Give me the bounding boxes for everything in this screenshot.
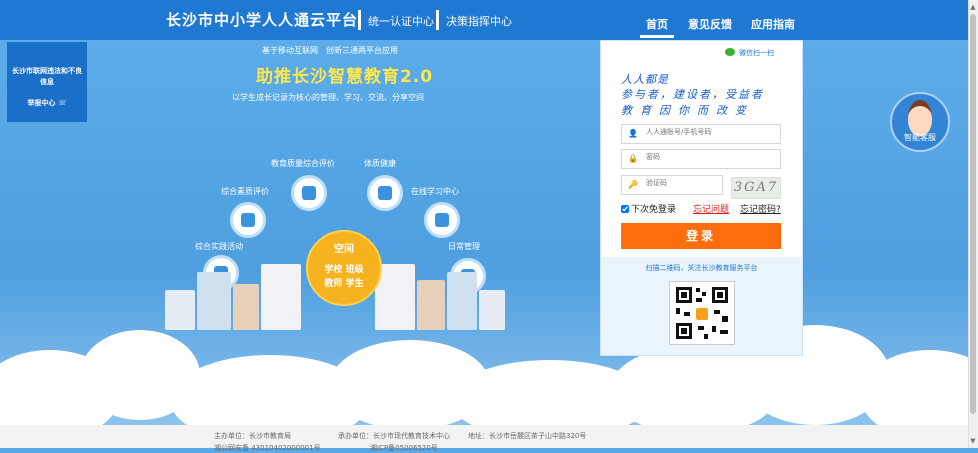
footer-address: 地址：长沙市岳麓区茶子山中路320号 <box>468 432 587 440</box>
health-icon[interactable] <box>367 175 403 211</box>
service-label: 智能客服 <box>904 133 936 142</box>
feature-label: 在线学习中心 <box>411 187 459 196</box>
footer-undertaker: 承办单位：长沙市现代教育技术中心 <box>338 432 450 440</box>
brand-title[interactable]: 长沙市中小学人人通云平台 <box>166 9 358 30</box>
scroll-down-arrow[interactable]: ▼ <box>969 436 977 446</box>
scroll-thumb[interactable] <box>970 14 976 414</box>
nav-guide[interactable]: 应用指南 <box>751 16 795 32</box>
service-avatar-icon <box>908 100 932 136</box>
header-divider <box>436 10 439 30</box>
footer-host: 主办单位：长沙市教育局 <box>214 432 291 440</box>
quality-icon[interactable] <box>230 202 266 238</box>
report-text: 长沙市联网违法和不良信息 <box>12 67 82 86</box>
smart-service-button[interactable]: 智能客服 <box>890 92 950 152</box>
qr-section: 扫描二维码，关注长沙教育服务平台 <box>601 257 802 355</box>
report-link[interactable]: 举报中心 ☏ <box>7 98 87 108</box>
account-input[interactable] <box>644 127 778 137</box>
feature-label: 综合素质评价 <box>221 187 269 196</box>
feature-label: 日常管理 <box>448 242 480 251</box>
forgot-password-link[interactable]: 忘记密码? <box>740 202 781 215</box>
qr-code-image <box>669 281 735 345</box>
top-navbar: 长沙市中小学人人通云平台 统一认证中心 决策指挥中心 首页 意见反馈 应用指南 <box>0 0 968 40</box>
key-icon: 🔑 <box>628 180 638 189</box>
forgot-account-link[interactable]: 忘记问题 <box>693 202 729 215</box>
footer: 主办单位：长沙市教育局 承办单位：长沙市现代教育技术中心 地址：长沙市岳麓区茶子… <box>0 425 968 452</box>
handwriting-line: 参与者，建设者，受益者 <box>621 88 764 101</box>
password-field[interactable]: 🔒 <box>621 149 781 169</box>
wechat-icon <box>725 48 735 56</box>
slogan-top: 基于移动互联网 创新三通两平台应用 <box>262 46 398 55</box>
slogan-main: 助推长沙智慧教育2.0 <box>256 67 434 87</box>
footer-icp-police[interactable]: 湘公网安备 43010402000001号 <box>214 443 321 453</box>
auth-center-link[interactable]: 统一认证中心 <box>368 13 434 29</box>
space-center-badge[interactable]: 空间 学校 班级 教师 学生 <box>306 230 382 306</box>
header-divider <box>358 10 361 30</box>
space-items-row2: 教师 学生 <box>324 279 364 289</box>
feature-label: 体质健康 <box>364 159 396 168</box>
remember-login[interactable]: 下次免登录 <box>621 202 676 215</box>
account-field[interactable]: 👤 <box>621 124 781 144</box>
phone-icon: ☏ <box>57 99 67 107</box>
qr-caption: 扫描二维码，关注长沙教育服务平台 <box>645 264 758 272</box>
wechat-scan-link[interactable]: 微信扫一扫 <box>739 48 774 58</box>
decision-center-link[interactable]: 决策指挥中心 <box>446 13 512 29</box>
scroll-up-arrow[interactable]: ▲ <box>969 2 977 12</box>
report-center-box[interactable]: 长沙市联网违法和不良信息 举报中心 ☏ <box>7 42 87 122</box>
captcha-image[interactable]: 3GA7 <box>731 177 781 199</box>
user-icon: 👤 <box>628 129 638 138</box>
captcha-input[interactable] <box>644 178 720 188</box>
login-panel: 微信扫一扫 人人都是 参与者，建设者，受益者 教育因你而改变 👤 🔒 🔑 3GA… <box>600 40 803 356</box>
space-title: 空间 <box>334 244 354 255</box>
footer-icp[interactable]: 湘ICP备05006520号 <box>370 443 438 453</box>
captcha-field[interactable]: 🔑 <box>621 175 723 195</box>
nav-home[interactable]: 首页 <box>646 16 668 32</box>
lock-icon: 🔒 <box>628 154 638 163</box>
handwriting-line: 教育因你而改变 <box>621 104 754 117</box>
slogan-sub: 以学生成长记录为核心的管理、学习、交流、分享空间 <box>232 93 424 102</box>
feature-label: 综合实践活动 <box>195 242 243 251</box>
login-button[interactable]: 登录 <box>621 223 781 249</box>
evaluation-icon[interactable] <box>291 175 327 211</box>
remember-checkbox[interactable] <box>621 205 629 213</box>
nav-active-indicator <box>640 35 674 38</box>
nav-feedback[interactable]: 意见反馈 <box>688 16 732 32</box>
online-learning-icon[interactable] <box>424 202 460 238</box>
feature-label: 教育质量综合评价 <box>271 159 335 168</box>
handwriting-line: 人人都是 <box>621 73 669 86</box>
space-items-row1: 学校 班级 <box>324 265 364 275</box>
clouds-decoration <box>0 320 978 445</box>
password-input[interactable] <box>644 152 778 162</box>
